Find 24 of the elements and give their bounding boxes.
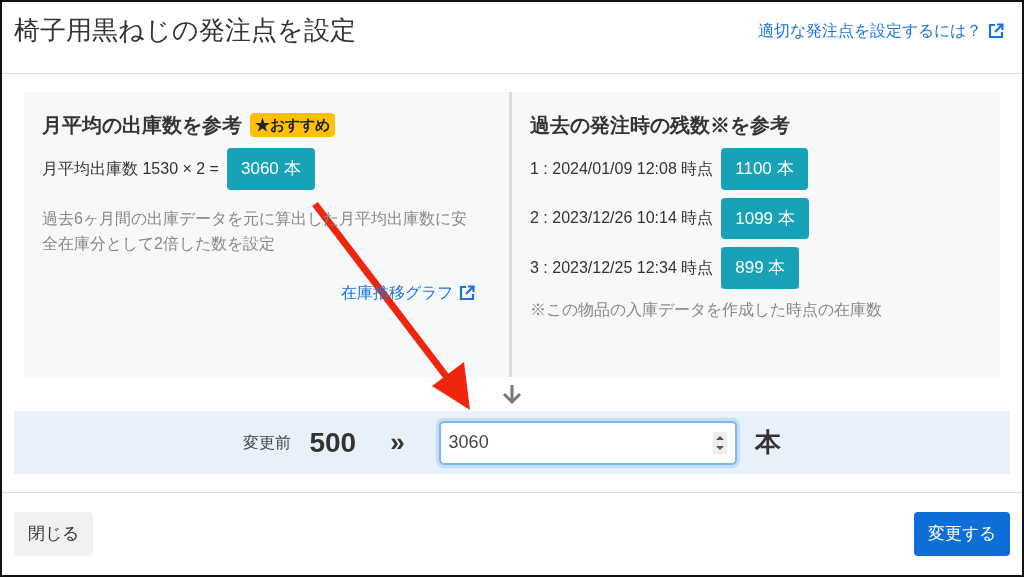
unit-label: 本 [754, 426, 781, 459]
quantity-input[interactable]: 3060 [438, 420, 737, 465]
help-link[interactable]: 適切な発注点を設定するには？ [758, 18, 1004, 43]
submit-button[interactable]: 変更する [914, 512, 1010, 556]
recommended-badge: ★おすすめ [250, 112, 335, 138]
section-title: 月平均の出庫数を参考 [42, 113, 242, 138]
before-value: 500 [309, 425, 357, 460]
down-arrow-icon [501, 383, 523, 405]
dialog-title: 椅子用黒ねじの発注点を設定 [14, 14, 356, 47]
close-button[interactable]: 閉じる [14, 512, 93, 556]
result-button[interactable]: 3060 本 [226, 148, 315, 190]
before-label: 変更前 [243, 432, 292, 453]
history-value-button[interactable]: 1099 本 [721, 197, 809, 239]
history-value-button[interactable]: 899 本 [721, 247, 800, 289]
note-text: ※この物品の入庫データを作成した時点の在庫数 [530, 299, 883, 320]
history-label: 3 : 2023/12/25 12:34 時点 [530, 257, 714, 278]
chevron-icon: » [390, 423, 405, 462]
history-value-button[interactable]: 1100 本 [721, 148, 808, 190]
history-label: 1 : 2024/01/09 12:08 時点 [530, 158, 714, 179]
external-link-icon [988, 22, 1004, 39]
section-title: 過去の発注時の残数※を参考 [530, 113, 791, 138]
external-link-icon [459, 284, 475, 301]
history-label: 2 : 2023/12/26 10:14 時点 [530, 208, 714, 229]
formula-text: 月平均出庫数 1530 × 2 = [42, 158, 219, 179]
